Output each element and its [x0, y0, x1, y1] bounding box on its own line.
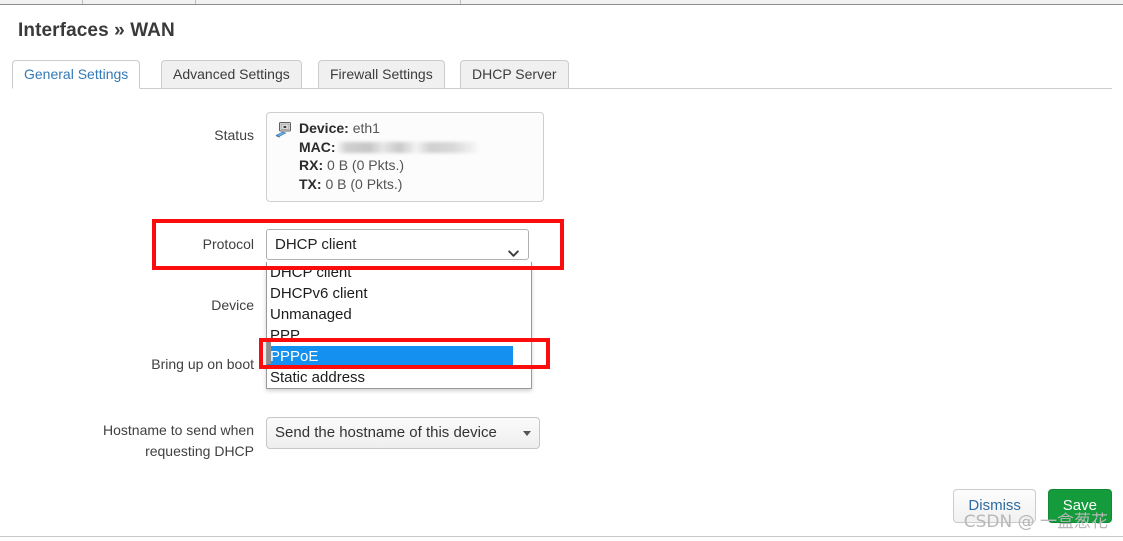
bring-up-on-boot-label: Bring up on boot: [151, 356, 254, 372]
hostname-label-line2: requesting DHCP: [145, 443, 254, 459]
protocol-option-ppp[interactable]: PPP: [267, 325, 531, 346]
chevron-down-icon: [508, 240, 519, 257]
status-device-key: Device:: [299, 120, 349, 136]
status-rx-line: RX: 0 B (0 Pkts.): [299, 156, 535, 175]
option-list-scrollbar[interactable]: [267, 342, 271, 364]
status-device-value: eth1: [352, 120, 380, 136]
dialog-footer-actions: Dismiss Save: [953, 489, 1112, 523]
dismiss-button[interactable]: Dismiss: [953, 489, 1036, 523]
status-device-line: Device: eth1: [299, 119, 535, 138]
status-mac-key: MAC:: [299, 138, 336, 155]
hostname-label-line1: Hostname to send when: [103, 422, 254, 438]
status-tx-key: TX:: [299, 175, 322, 192]
tab-firewall-settings[interactable]: Firewall Settings: [318, 60, 445, 89]
page-title: Interfaces » WAN: [18, 20, 175, 41]
network-device-icon: [275, 121, 293, 139]
tab-general-settings[interactable]: General Settings: [12, 60, 141, 89]
device-label: Device: [211, 297, 254, 313]
protocol-option-dhcpv6-client[interactable]: DHCPv6 client: [267, 283, 531, 304]
protocol-option-pppoe[interactable]: PPPoE: [267, 346, 513, 367]
browser-chrome-bottom-strip: [0, 536, 1123, 541]
protocol-select[interactable]: DHCP client: [266, 229, 529, 260]
protocol-option-list[interactable]: DHCP client DHCPv6 client Unmanaged PPP …: [266, 262, 532, 389]
mac-address-redaction: [337, 141, 478, 153]
protocol-option-static-address[interactable]: Static address: [267, 367, 531, 388]
save-button[interactable]: Save: [1047, 489, 1112, 523]
status-mac-line: MAC:: [299, 138, 535, 157]
tab-advanced-settings[interactable]: Advanced Settings: [161, 60, 302, 89]
protocol-option-unmanaged[interactable]: Unmanaged: [267, 304, 531, 325]
hostname-select-value: Send the hostname of this device: [275, 424, 497, 441]
settings-tabstrip: General Settings Advanced Settings Firew…: [12, 60, 1112, 89]
protocol-select-value: DHCP client: [275, 236, 357, 253]
status-rx-value: 0 B (0 Pkts.): [327, 157, 405, 173]
status-label: Status: [214, 127, 254, 143]
hostname-select[interactable]: Send the hostname of this device: [266, 417, 540, 449]
status-tx-line: TX: 0 B (0 Pkts.): [299, 175, 535, 194]
browser-chrome-top-strip: [0, 0, 1123, 5]
interface-status-box: Device: eth1 MAC: RX: 0 B (0 Pkts.) TX: …: [266, 112, 544, 202]
protocol-option-dhcp-client[interactable]: DHCP client: [267, 262, 531, 283]
tab-dhcp-server[interactable]: DHCP Server: [460, 60, 569, 89]
status-rx-key: RX:: [299, 157, 324, 173]
status-tx-value: 0 B (0 Pkts.): [325, 175, 403, 192]
caret-down-icon: [523, 431, 531, 436]
protocol-label: Protocol: [202, 236, 254, 252]
